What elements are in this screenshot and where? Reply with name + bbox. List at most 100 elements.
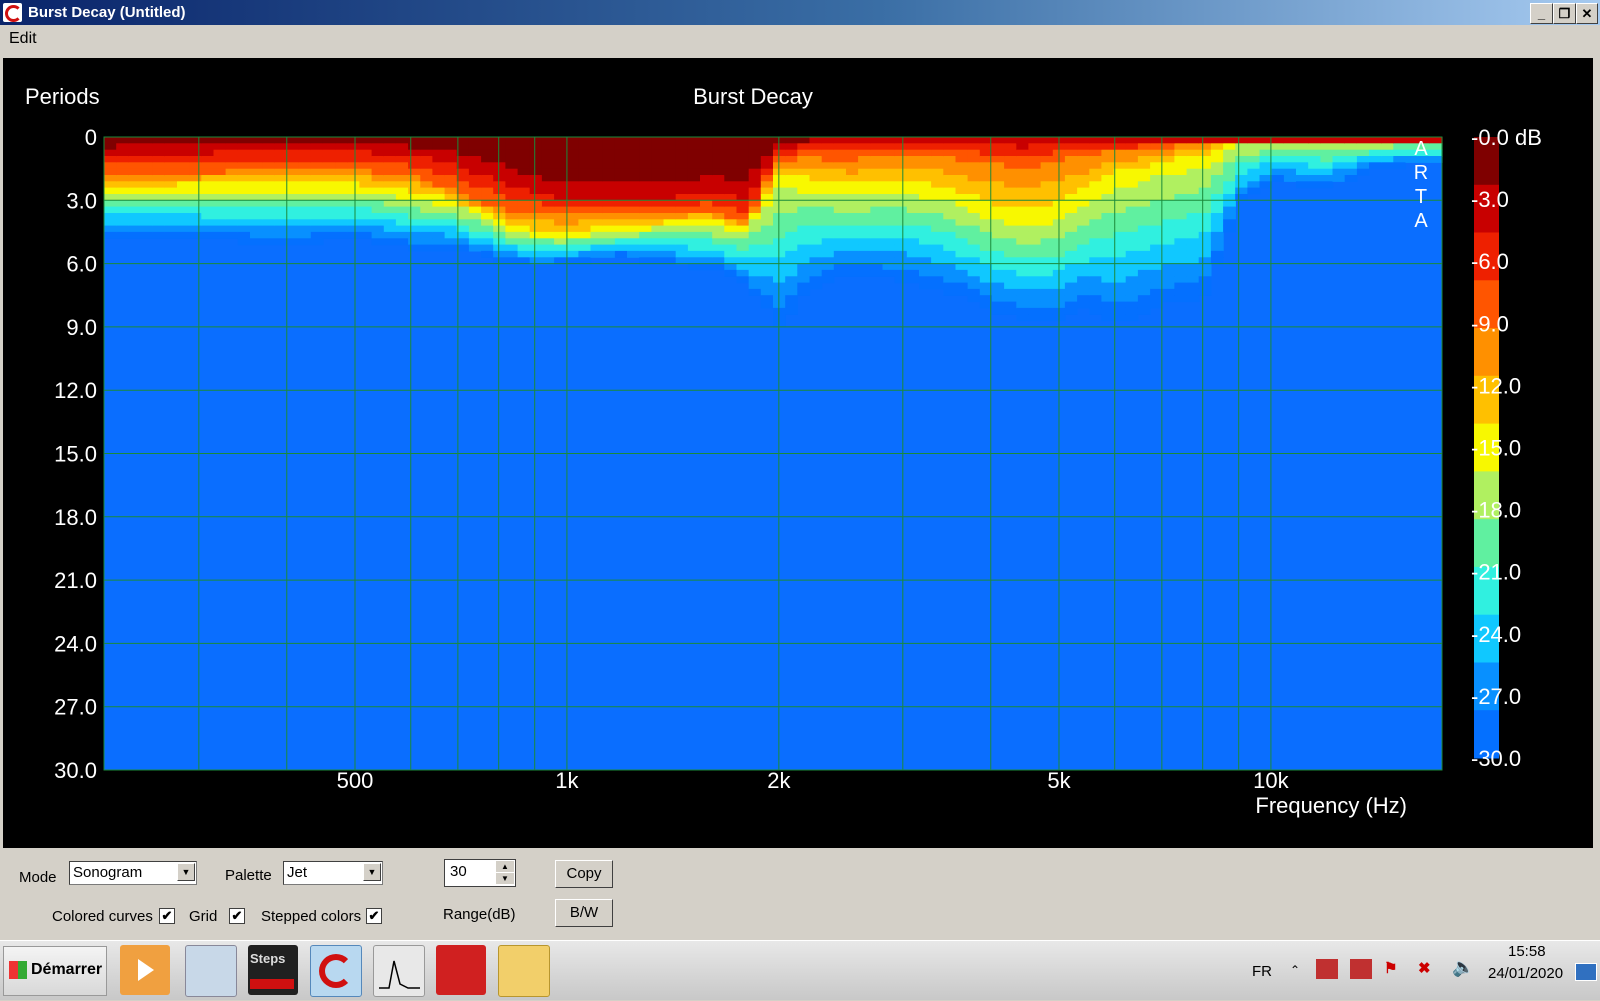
range-spinbox[interactable]: 30 ▲ ▼: [444, 859, 516, 887]
close-button[interactable]: ✕: [1576, 3, 1598, 24]
heatmap-cell: [919, 149, 932, 157]
heatmap-cell: [1028, 213, 1042, 220]
heatmap-cell: [1004, 206, 1017, 214]
chevron-down-icon[interactable]: ▼: [363, 863, 381, 881]
heatmap-cell: [955, 225, 969, 233]
heatmap-cell: [943, 206, 957, 214]
heatmap-cell: [1040, 269, 1054, 277]
arta-app-icon[interactable]: [3, 3, 22, 22]
heatmap-cell: [1064, 307, 1078, 315]
heatmap-cell: [140, 231, 154, 239]
heatmap-cell: [383, 137, 397, 144]
heatmap-cell: [809, 269, 823, 277]
copy-button[interactable]: Copy: [555, 860, 613, 888]
clock-date[interactable]: 24/01/2020: [1488, 965, 1563, 982]
heatmap-cell: [919, 137, 932, 144]
heatmap-cell: [736, 244, 750, 252]
heatmap-cell: [1283, 149, 1297, 157]
heatmap-cell: [602, 156, 616, 163]
heatmap-cell: [359, 137, 373, 144]
show-hidden-icons-icon[interactable]: ⌃: [1290, 963, 1300, 977]
heatmap-cell: [468, 231, 482, 239]
heatmap-cell: [1040, 231, 1054, 239]
heatmap-cell: [882, 162, 896, 170]
heatmap-cell: [1162, 187, 1175, 195]
clock-time[interactable]: 15:58: [1508, 943, 1546, 960]
language-indicator[interactable]: FR: [1252, 963, 1272, 980]
title-bar: Burst Decay (Untitled) _ ❐ ✕: [0, 0, 1600, 25]
tray-app-icon[interactable]: [1350, 959, 1372, 979]
heatmap-cell: [322, 149, 336, 157]
heatmap-cell: [724, 244, 738, 252]
steps-app-icon[interactable]: Steps: [248, 945, 298, 995]
heatmap-cell: [809, 263, 823, 271]
heatmap-cell: [274, 149, 288, 157]
mode-select[interactable]: Sonogram ▼: [69, 861, 197, 885]
heatmap-cell: [177, 187, 190, 195]
heatmap-cell: [821, 187, 835, 195]
heatmap-cell: [931, 168, 944, 176]
colored-curves-checkbox[interactable]: ✔: [159, 908, 175, 924]
heatmap-cell: [773, 295, 786, 303]
spin-up-icon[interactable]: ▲: [496, 861, 514, 872]
spin-down-icon[interactable]: ▼: [496, 873, 514, 884]
minimize-button[interactable]: _: [1530, 3, 1553, 24]
file-explorer-icon[interactable]: [498, 945, 550, 997]
heatmap-cell: [274, 231, 288, 239]
heatmap-cell: [1198, 149, 1212, 157]
heatmap-cell: [250, 231, 263, 239]
heatmap-cell: [724, 137, 738, 144]
arta-watermark-letter: A: [1414, 210, 1428, 232]
heatmap-cell: [882, 137, 896, 144]
arta-taskbar-icon[interactable]: [310, 945, 362, 997]
start-button[interactable]: Démarrer: [3, 946, 107, 996]
heatmap-cell: [1150, 200, 1163, 208]
palette-select[interactable]: Jet ▼: [283, 861, 383, 885]
heatmap-cell: [1186, 295, 1200, 303]
action-center-icon[interactable]: ⚑: [1384, 959, 1404, 979]
heatmap-cell: [444, 143, 458, 151]
heatmap-cell: [639, 168, 652, 176]
y-axis-label: Periods: [25, 84, 100, 109]
heatmap-cell: [773, 231, 786, 239]
tray-app-icon[interactable]: [1316, 959, 1338, 979]
heatmap-cell: [821, 213, 835, 220]
heatmap-cell: [590, 219, 604, 227]
heatmap-cell: [1186, 162, 1200, 170]
network-icon[interactable]: ✖: [1418, 959, 1440, 979]
media-player-icon[interactable]: [120, 945, 170, 995]
heatmap-cell: [1174, 295, 1188, 303]
heatmap-cell: [505, 231, 519, 239]
heatmap-cell: [1004, 269, 1017, 277]
heatmap-cell: [1028, 269, 1042, 277]
heatmap-cell: [1137, 162, 1151, 170]
heatmap-cell: [639, 225, 652, 233]
heatmap-cell: [675, 231, 689, 239]
heatmap-cell: [1004, 288, 1017, 296]
volume-icon[interactable]: 🔈: [1452, 957, 1474, 978]
voltage-app-icon[interactable]: [436, 945, 486, 995]
grid-checkbox[interactable]: ✔: [229, 908, 245, 924]
heatmap-cell: [809, 213, 823, 220]
heatmap-cell: [286, 156, 300, 163]
limp-app-icon[interactable]: [373, 945, 425, 997]
heatmap-cell: [1150, 213, 1163, 220]
menu-edit[interactable]: Edit: [9, 30, 37, 48]
heatmap-cell: [420, 219, 434, 227]
chevron-down-icon[interactable]: ▼: [177, 863, 195, 881]
heatmap-cell: [493, 200, 506, 208]
heatmap-cell: [1137, 238, 1151, 246]
heatmap-cell: [773, 250, 786, 258]
bw-button[interactable]: B/W: [555, 899, 613, 927]
calculator-icon[interactable]: [185, 945, 237, 997]
restore-button[interactable]: ❐: [1553, 3, 1576, 24]
heatmap-cell: [1186, 263, 1200, 271]
heatmap-cell: [517, 187, 531, 195]
heatmap-cell: [262, 149, 275, 157]
heatmap-cell: [991, 206, 1005, 214]
heatmap-cell: [1174, 206, 1188, 214]
heatmap-cell: [1016, 149, 1030, 157]
show-desktop-icon[interactable]: [1575, 963, 1597, 981]
heatmap-cell: [1247, 137, 1261, 144]
stepped-colors-checkbox[interactable]: ✔: [366, 908, 382, 924]
